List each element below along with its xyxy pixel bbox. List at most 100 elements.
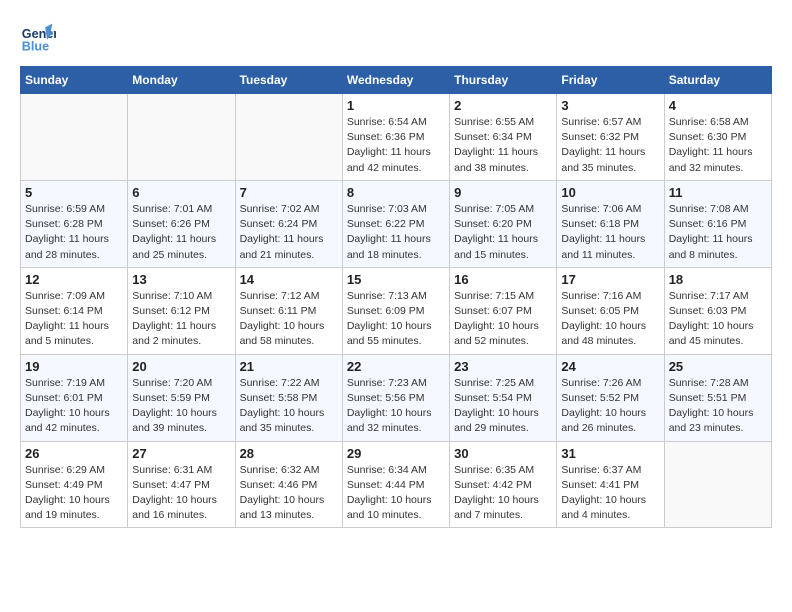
day-number: 1 [347,98,445,113]
day-info: Sunrise: 6:31 AM Sunset: 4:47 PM Dayligh… [132,463,230,524]
day-number: 31 [561,446,659,461]
calendar-cell: 19 Sunrise: 7:19 AM Sunset: 6:01 PM Dayli… [21,354,128,441]
calendar-cell: 20 Sunrise: 7:20 AM Sunset: 5:59 PM Dayli… [128,354,235,441]
day-number: 12 [25,272,123,287]
day-info: Sunrise: 7:22 AM Sunset: 5:58 PM Dayligh… [240,376,338,437]
day-info: Sunrise: 7:16 AM Sunset: 6:05 PM Dayligh… [561,289,659,350]
calendar-cell: 2 Sunrise: 6:55 AM Sunset: 6:34 PM Daylig… [450,94,557,181]
calendar-cell: 5Sunrise: 6:59 AM Sunset: 6:28 PM Daylig… [21,180,128,267]
calendar-cell: 31 Sunrise: 6:37 AM Sunset: 4:41 PM Dayli… [557,441,664,528]
calendar-cell: 4 Sunrise: 6:58 AM Sunset: 6:30 PM Daylig… [664,94,771,181]
calendar-cell: 8Sunrise: 7:03 AM Sunset: 6:22 PM Daylig… [342,180,449,267]
day-info: Sunrise: 6:54 AM Sunset: 6:36 PM Dayligh… [347,115,445,176]
day-info: Sunrise: 6:58 AM Sunset: 6:30 PM Dayligh… [669,115,767,176]
day-info: Sunrise: 7:12 AM Sunset: 6:11 PM Dayligh… [240,289,338,350]
calendar-header-wednesday: Wednesday [342,67,449,94]
day-number: 15 [347,272,445,287]
calendar-cell: 28 Sunrise: 6:32 AM Sunset: 4:46 PM Dayli… [235,441,342,528]
calendar-header-row: SundayMondayTuesdayWednesdayThursdayFrid… [21,67,772,94]
calendar-cell: 26Sunrise: 6:29 AM Sunset: 4:49 PM Dayli… [21,441,128,528]
calendar-cell: 17 Sunrise: 7:16 AM Sunset: 6:05 PM Dayli… [557,267,664,354]
day-number: 2 [454,98,552,113]
calendar-cell: 1 Sunrise: 6:54 AM Sunset: 6:36 PM Daylig… [342,94,449,181]
calendar-week-4: 19 Sunrise: 7:19 AM Sunset: 6:01 PM Dayli… [21,354,772,441]
svg-text:Blue: Blue [22,40,49,54]
calendar-header-thursday: Thursday [450,67,557,94]
day-number: 18 [669,272,767,287]
calendar-cell: 22 Sunrise: 7:23 AM Sunset: 5:56 PM Dayli… [342,354,449,441]
day-number: 28 [240,446,338,461]
calendar-cell: 12 Sunrise: 7:09 AM Sunset: 6:14 PM Dayli… [21,267,128,354]
calendar-cell: 10 Sunrise: 7:06 AM Sunset: 6:18 PM Dayli… [557,180,664,267]
calendar-header-monday: Monday [128,67,235,94]
day-info: Sunrise: 7:02 AM Sunset: 6:24 PM Dayligh… [240,202,338,263]
day-number: 23 [454,359,552,374]
day-info: Sunrise: 7:06 AM Sunset: 6:18 PM Dayligh… [561,202,659,263]
day-info: Sunrise: 6:35 AM Sunset: 4:42 PM Dayligh… [454,463,552,524]
day-info: Sunrise: 7:15 AM Sunset: 6:07 PM Dayligh… [454,289,552,350]
day-info: Sunrise: 7:08 AM Sunset: 6:16 PM Dayligh… [669,202,767,263]
calendar-header-sunday: Sunday [21,67,128,94]
day-info: Sunrise: 6:55 AM Sunset: 6:34 PM Dayligh… [454,115,552,176]
day-info: Sunrise: 7:17 AM Sunset: 6:03 PM Dayligh… [669,289,767,350]
day-info: Sunrise: 7:10 AM Sunset: 6:12 PM Dayligh… [132,289,230,350]
day-number: 19 [25,359,123,374]
logo-icon: General Blue [20,20,56,56]
page-header: General Blue [20,20,772,56]
day-number: 30 [454,446,552,461]
day-number: 20 [132,359,230,374]
calendar-week-5: 26Sunrise: 6:29 AM Sunset: 4:49 PM Dayli… [21,441,772,528]
day-number: 26 [25,446,123,461]
day-info: Sunrise: 7:09 AM Sunset: 6:14 PM Dayligh… [25,289,123,350]
day-info: Sunrise: 6:34 AM Sunset: 4:44 PM Dayligh… [347,463,445,524]
calendar-cell: 15 Sunrise: 7:13 AM Sunset: 6:09 PM Dayli… [342,267,449,354]
day-number: 29 [347,446,445,461]
day-number: 10 [561,185,659,200]
day-number: 7 [240,185,338,200]
calendar-header-saturday: Saturday [664,67,771,94]
day-info: Sunrise: 7:13 AM Sunset: 6:09 PM Dayligh… [347,289,445,350]
calendar-cell: 16 Sunrise: 7:15 AM Sunset: 6:07 PM Dayli… [450,267,557,354]
day-number: 27 [132,446,230,461]
day-number: 14 [240,272,338,287]
day-info: Sunrise: 7:23 AM Sunset: 5:56 PM Dayligh… [347,376,445,437]
day-number: 16 [454,272,552,287]
day-info: Sunrise: 7:20 AM Sunset: 5:59 PM Dayligh… [132,376,230,437]
day-info: Sunrise: 7:25 AM Sunset: 5:54 PM Dayligh… [454,376,552,437]
calendar-cell [128,94,235,181]
calendar-week-3: 12 Sunrise: 7:09 AM Sunset: 6:14 PM Dayli… [21,267,772,354]
calendar-cell: 23 Sunrise: 7:25 AM Sunset: 5:54 PM Dayli… [450,354,557,441]
day-info: Sunrise: 7:28 AM Sunset: 5:51 PM Dayligh… [669,376,767,437]
calendar-cell: 11Sunrise: 7:08 AM Sunset: 6:16 PM Dayli… [664,180,771,267]
calendar-cell: 14 Sunrise: 7:12 AM Sunset: 6:11 PM Dayli… [235,267,342,354]
calendar-cell: 24Sunrise: 7:26 AM Sunset: 5:52 PM Dayli… [557,354,664,441]
day-info: Sunrise: 6:37 AM Sunset: 4:41 PM Dayligh… [561,463,659,524]
calendar-cell: 30 Sunrise: 6:35 AM Sunset: 4:42 PM Dayli… [450,441,557,528]
day-info: Sunrise: 6:32 AM Sunset: 4:46 PM Dayligh… [240,463,338,524]
day-number: 4 [669,98,767,113]
day-number: 5 [25,185,123,200]
logo: General Blue [20,20,56,56]
day-info: Sunrise: 7:05 AM Sunset: 6:20 PM Dayligh… [454,202,552,263]
day-number: 17 [561,272,659,287]
calendar-cell: 29 Sunrise: 6:34 AM Sunset: 4:44 PM Dayli… [342,441,449,528]
calendar-cell [664,441,771,528]
calendar-cell: 3Sunrise: 6:57 AM Sunset: 6:32 PM Daylig… [557,94,664,181]
day-number: 6 [132,185,230,200]
calendar-cell: 27 Sunrise: 6:31 AM Sunset: 4:47 PM Dayli… [128,441,235,528]
calendar-cell: 9 Sunrise: 7:05 AM Sunset: 6:20 PM Daylig… [450,180,557,267]
calendar-cell: 25Sunrise: 7:28 AM Sunset: 5:51 PM Dayli… [664,354,771,441]
day-number: 3 [561,98,659,113]
day-number: 8 [347,185,445,200]
day-info: Sunrise: 7:26 AM Sunset: 5:52 PM Dayligh… [561,376,659,437]
calendar-cell [21,94,128,181]
calendar-week-1: 1 Sunrise: 6:54 AM Sunset: 6:36 PM Daylig… [21,94,772,181]
calendar-header-tuesday: Tuesday [235,67,342,94]
calendar-cell: 13Sunrise: 7:10 AM Sunset: 6:12 PM Dayli… [128,267,235,354]
calendar-header-friday: Friday [557,67,664,94]
calendar-cell: 7 Sunrise: 7:02 AM Sunset: 6:24 PM Daylig… [235,180,342,267]
day-info: Sunrise: 7:19 AM Sunset: 6:01 PM Dayligh… [25,376,123,437]
calendar-cell [235,94,342,181]
day-number: 9 [454,185,552,200]
day-number: 22 [347,359,445,374]
